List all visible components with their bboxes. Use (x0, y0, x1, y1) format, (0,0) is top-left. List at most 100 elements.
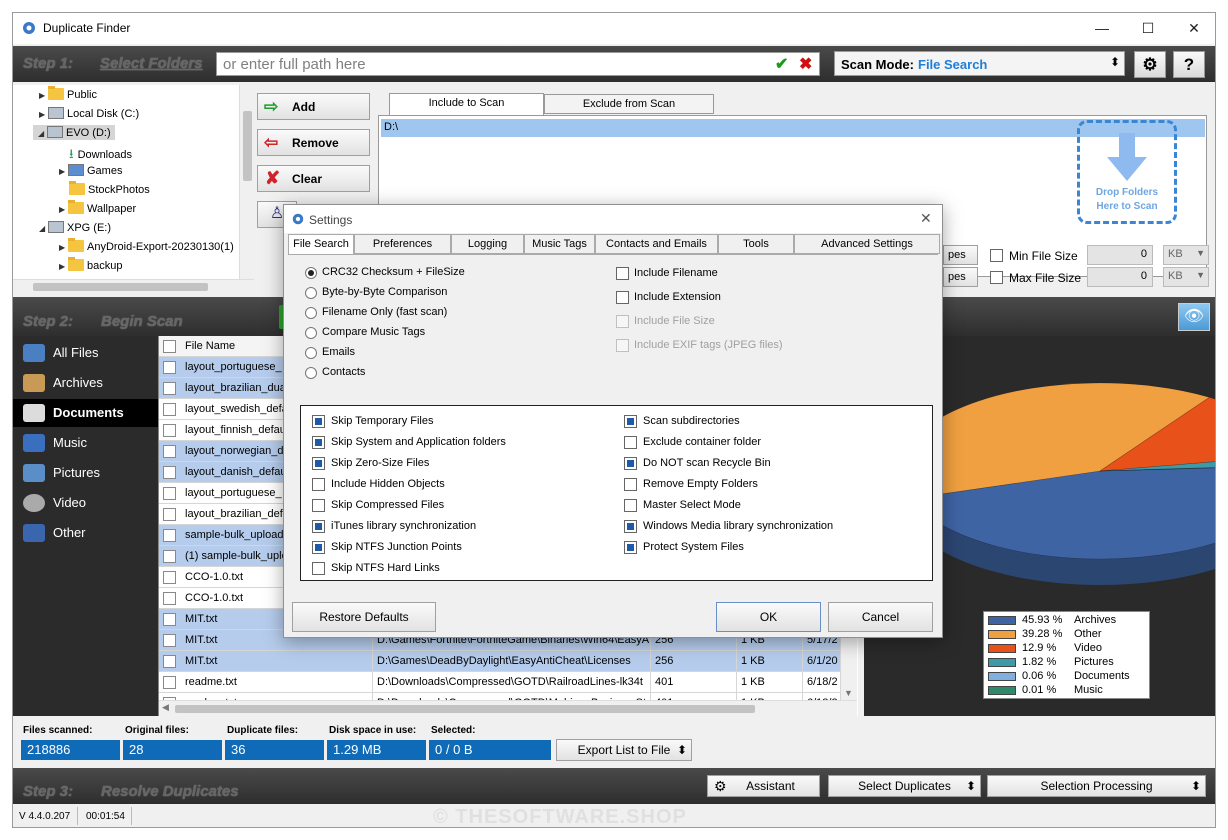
include-checkbox[interactable] (616, 291, 629, 304)
category-video[interactable]: Video (13, 489, 158, 517)
settings-button[interactable]: ⚙ (1134, 51, 1166, 78)
option-checkbox[interactable] (312, 457, 325, 470)
radio-button[interactable] (305, 287, 317, 299)
category-all-files[interactable]: All Files (13, 339, 158, 367)
tab-exclude-from-scan[interactable]: Exclude from Scan (544, 94, 714, 114)
row-checkbox[interactable] (163, 445, 176, 458)
max-size-input[interactable]: 0 (1087, 267, 1153, 287)
maximize-button[interactable]: ☐ (1125, 13, 1171, 44)
tab-file-search[interactable]: File Search (288, 234, 354, 255)
option-checkbox[interactable] (624, 436, 637, 449)
tree-item[interactable]: ▶ Public (39, 86, 97, 101)
tree-item[interactable]: ▶ backup (59, 257, 122, 272)
scroll-thumb[interactable] (175, 705, 755, 713)
clear-path-icon[interactable]: ✖ (799, 54, 812, 74)
row-checkbox[interactable] (163, 529, 176, 542)
min-size-input[interactable]: 0 (1087, 245, 1153, 265)
tab-include-to-scan[interactable]: Include to Scan (389, 93, 544, 115)
path-input[interactable]: or enter full path here (216, 52, 820, 76)
option-checkbox[interactable] (624, 415, 637, 428)
option-checkbox[interactable] (312, 436, 325, 449)
selection-processing-button[interactable]: Selection Processing ⬍ (987, 775, 1206, 797)
option-checkbox[interactable] (312, 562, 325, 575)
category-other[interactable]: Other (13, 519, 158, 547)
restore-defaults-button[interactable]: Restore Defaults (292, 602, 436, 632)
tree-item[interactable]: ▶ Games (59, 164, 122, 177)
close-icon[interactable]: ✕ (920, 210, 932, 227)
option-checkbox[interactable] (624, 499, 637, 512)
confirm-path-icon[interactable]: ✔ (775, 54, 788, 74)
assistant-button[interactable]: ⚙ Assistant (707, 775, 820, 797)
scroll-thumb[interactable] (33, 283, 208, 291)
begin-scan-label[interactable]: Begin Scan (101, 313, 183, 330)
grid-horizontal-scrollbar[interactable]: ◀ (159, 700, 857, 716)
close-window-button[interactable]: ✕ (1171, 13, 1215, 44)
tree-item-selected[interactable]: ◢ EVO (D:) (33, 125, 115, 140)
scan-mode-select[interactable]: Scan Mode: File Search ⬍ (834, 51, 1125, 76)
radio-button[interactable] (305, 267, 317, 279)
row-checkbox[interactable] (163, 634, 176, 647)
option-checkbox[interactable] (312, 499, 325, 512)
cancel-button[interactable]: Cancel (828, 602, 933, 632)
row-checkbox[interactable] (163, 592, 176, 605)
drop-zone[interactable]: Drop Folders Here to Scan (1077, 120, 1177, 224)
file-types-button-2[interactable]: pes (943, 267, 978, 287)
row-checkbox[interactable] (163, 613, 176, 626)
category-archives[interactable]: Archives (13, 369, 158, 397)
row-checkbox[interactable] (163, 508, 176, 521)
radio-button[interactable] (305, 307, 317, 319)
add-button[interactable]: ⇨ Add (257, 93, 370, 120)
tree-item[interactable]: ◢ XPG (E:) (39, 221, 111, 234)
folder-tree[interactable]: ▶ Public ▶ Local Disk (C:) ◢ EVO (D:) ⭳ Down… (13, 85, 254, 283)
clear-button[interactable]: ✘ Clear (257, 165, 370, 192)
tab-music-tags[interactable]: Music Tags (524, 234, 595, 254)
row-checkbox[interactable] (163, 571, 176, 584)
tab-logging[interactable]: Logging (451, 234, 524, 254)
row-checkbox[interactable] (163, 424, 176, 437)
tab-advanced-settings[interactable]: Advanced Settings (794, 234, 940, 254)
scroll-thumb[interactable] (243, 111, 252, 181)
option-checkbox[interactable] (312, 478, 325, 491)
remove-button[interactable]: ⇦ Remove (257, 129, 370, 156)
option-checkbox[interactable] (624, 520, 637, 533)
row-checkbox[interactable] (163, 655, 176, 668)
help-button[interactable]: ? (1173, 51, 1205, 78)
select-all-checkbox[interactable] (163, 340, 176, 353)
radio-button[interactable] (305, 347, 317, 359)
option-checkbox[interactable] (624, 541, 637, 554)
min-size-checkbox[interactable] (990, 249, 1003, 262)
row-checkbox[interactable] (163, 487, 176, 500)
select-folders-link[interactable]: Select Folders (100, 55, 203, 72)
select-duplicates-button[interactable]: Select Duplicates ⬍ (828, 775, 981, 797)
row-checkbox[interactable] (163, 403, 176, 416)
option-checkbox[interactable] (624, 457, 637, 470)
file-types-button[interactable]: pes (943, 245, 978, 265)
tab-contacts-emails[interactable]: Contacts and Emails (595, 234, 718, 254)
tree-horizontal-scrollbar[interactable] (13, 279, 254, 293)
row-checkbox[interactable] (163, 382, 176, 395)
export-list-button[interactable]: Export List to File ⬍ (556, 739, 692, 761)
option-checkbox[interactable] (312, 541, 325, 554)
tree-vertical-scrollbar[interactable] (239, 85, 254, 283)
tree-item[interactable]: ▶ Wallpaper (59, 200, 136, 215)
category-pictures[interactable]: Pictures (13, 459, 158, 487)
preview-button[interactable]: 👁 (1178, 303, 1210, 331)
table-row[interactable]: readme.txt D:\Downloads\Compressed\GOTD\R… (159, 672, 857, 693)
tree-item[interactable]: StockPhotos (69, 181, 150, 196)
row-checkbox[interactable] (163, 361, 176, 374)
ok-button[interactable]: OK (716, 602, 821, 632)
category-documents[interactable]: Documents (13, 399, 158, 427)
category-music[interactable]: Music (13, 429, 158, 457)
tab-preferences[interactable]: Preferences (354, 234, 451, 254)
option-checkbox[interactable] (312, 415, 325, 428)
tree-item[interactable]: ▶ Local Disk (C:) (39, 107, 139, 120)
row-checkbox[interactable] (163, 466, 176, 479)
tab-tools[interactable]: Tools (718, 234, 794, 254)
row-checkbox[interactable] (163, 676, 176, 689)
radio-button[interactable] (305, 327, 317, 339)
min-size-unit[interactable]: KB ▼ (1163, 245, 1209, 265)
option-checkbox[interactable] (312, 520, 325, 533)
max-size-unit[interactable]: KB ▼ (1163, 267, 1209, 287)
tree-item[interactable]: ▶ AnyDroid-Export-20230130(1) (59, 238, 234, 253)
option-checkbox[interactable] (624, 478, 637, 491)
